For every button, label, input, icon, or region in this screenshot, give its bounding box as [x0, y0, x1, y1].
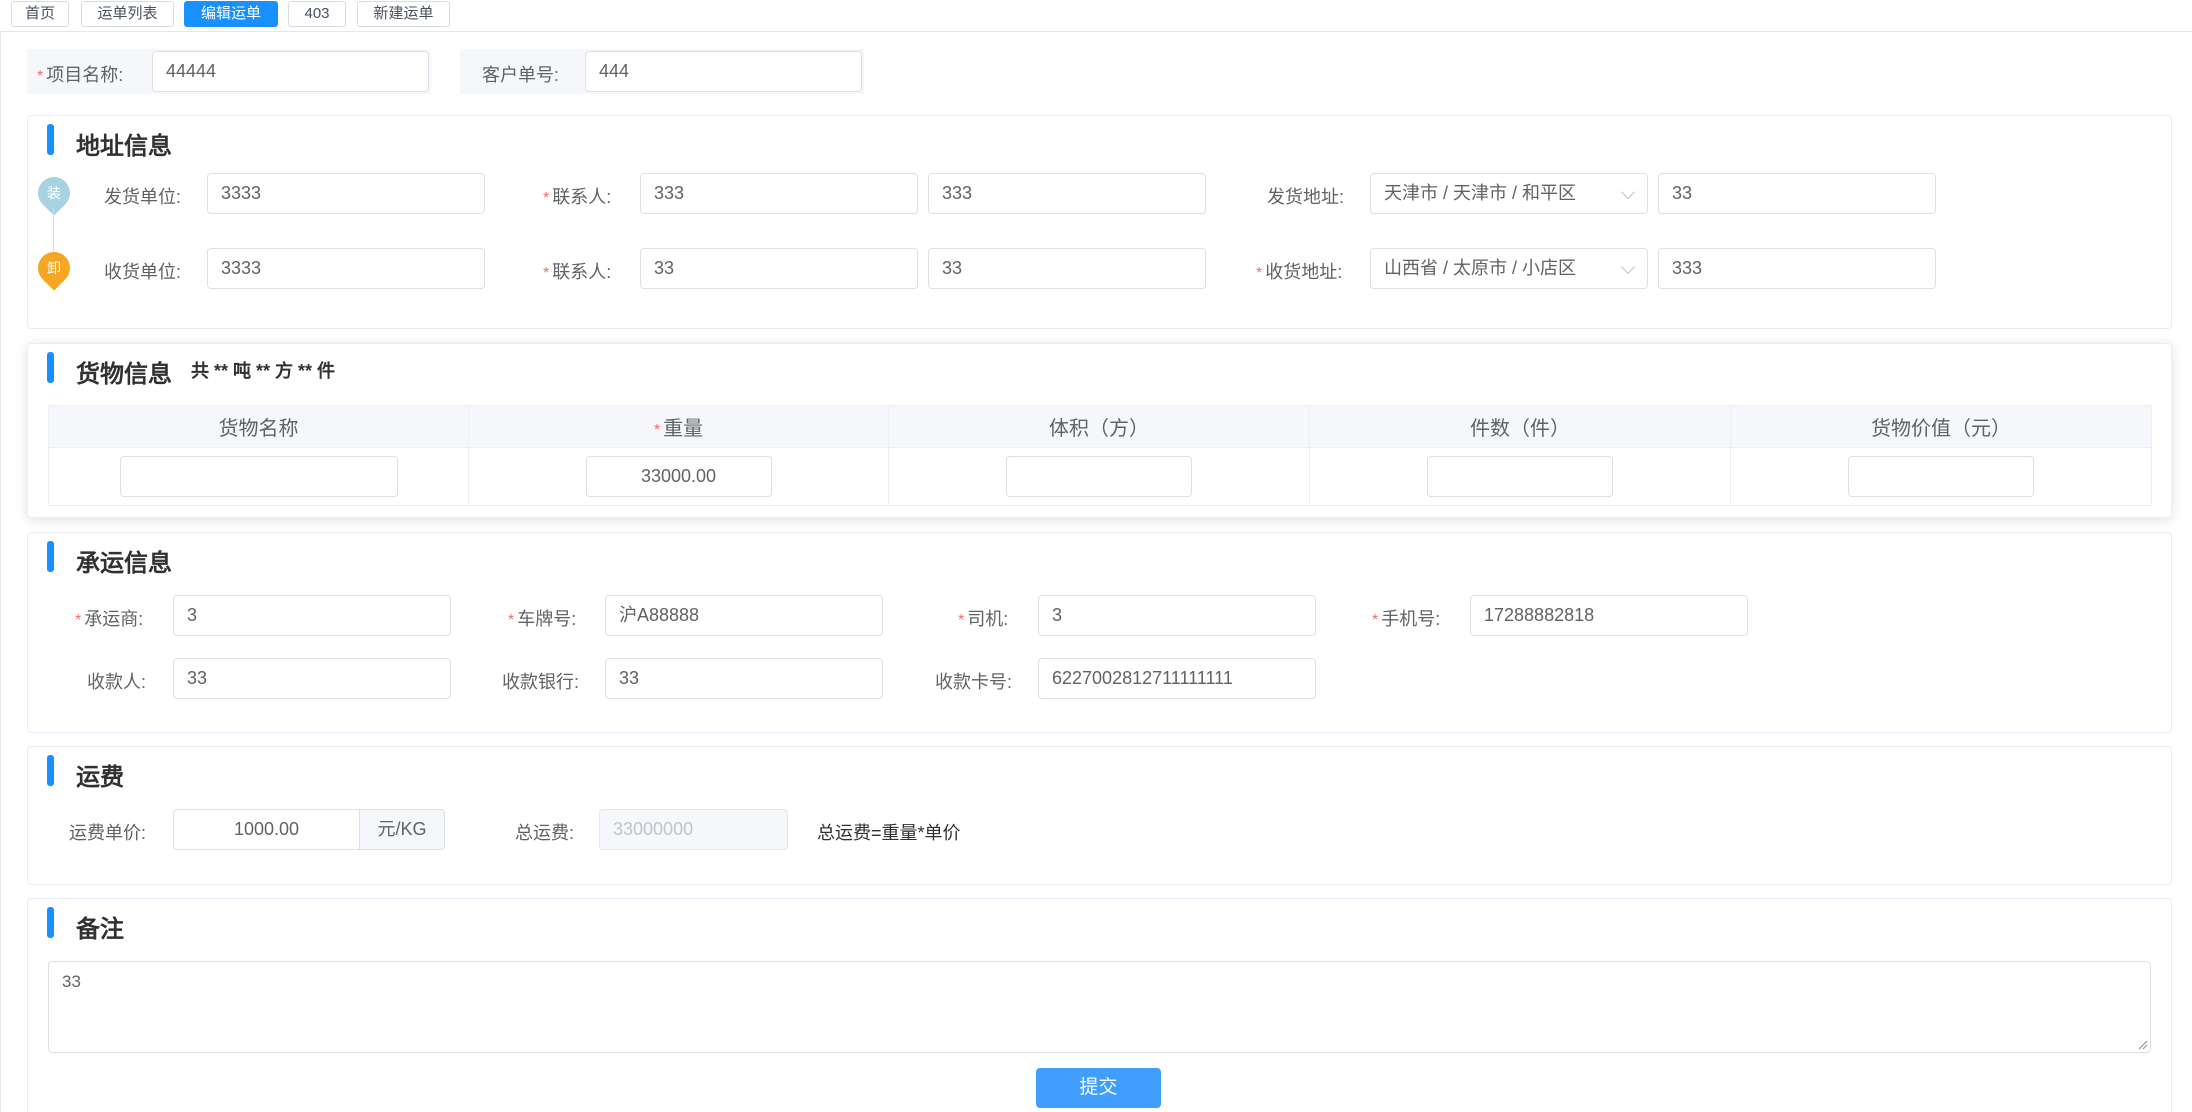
payee-input[interactable]: 33	[173, 658, 451, 699]
volume-input[interactable]	[1006, 456, 1192, 497]
goods-summary: 共 ** 吨 ** 方 ** 件	[191, 361, 336, 381]
delivery-region-select[interactable]: 山西省 / 太原市 / 小店区	[1370, 248, 1648, 289]
card-no-label: 收款卡号:	[935, 672, 1013, 692]
col-volume: 体积（方）	[888, 405, 1310, 448]
unit-price-input[interactable]: 1000.00	[173, 809, 360, 850]
mobile-label: * 手机号:	[1372, 609, 1441, 629]
total-freight-label: 总运费:	[515, 823, 575, 843]
goods-title: 货物信息	[76, 361, 172, 388]
col-goods-name: 货物名称	[48, 405, 469, 448]
tag-403[interactable]: 403	[288, 1, 346, 27]
submit-button[interactable]: 提交	[1036, 1068, 1161, 1108]
pickup-detail-input[interactable]: 33	[1658, 173, 1936, 214]
customer-no-input[interactable]: 444	[585, 51, 862, 92]
address-card	[27, 115, 2172, 329]
delivery-address-label: * 收货地址:	[1256, 262, 1343, 282]
pickup-phone-input[interactable]: 333	[928, 173, 1206, 214]
address-title: 地址信息	[76, 133, 172, 160]
section-bar	[47, 541, 54, 572]
table-row: 33000.00	[48, 447, 2152, 506]
pickup-region-select[interactable]: 天津市 / 天津市 / 和平区	[1370, 173, 1648, 214]
plate-input[interactable]: 沪A88888	[605, 595, 883, 636]
card-no-input[interactable]: 6227002812711111111	[1038, 658, 1316, 699]
delivery-unit-label: 收货单位:	[104, 262, 182, 282]
freight-formula: 总运费=重量*单价	[817, 823, 961, 843]
project-name-input[interactable]: 44444	[152, 51, 429, 92]
chevron-down-icon	[1620, 184, 1636, 200]
table-header-row: 货物名称 * 重量 体积（方） 件数（件） 货物价值（元）	[48, 405, 2152, 448]
resize-handle-icon[interactable]	[2136, 1038, 2148, 1050]
delivery-phone-input[interactable]: 33	[928, 248, 1206, 289]
pickup-contact-label: * 联系人:	[543, 187, 612, 207]
pickup-unit-label: 发货单位:	[104, 187, 182, 207]
bank-label: 收款银行:	[502, 672, 580, 692]
section-bar	[47, 755, 54, 786]
project-label: * 项目名称:	[37, 65, 124, 85]
delivery-marker-icon: 卸	[31, 245, 77, 291]
delivery-contact-input[interactable]: 33	[640, 248, 918, 289]
unit-suffix: 元/KG	[360, 809, 445, 850]
col-value: 货物价值（元）	[1730, 405, 2152, 448]
tag-home[interactable]: 首页	[11, 1, 69, 27]
divider	[0, 32, 1, 1112]
freight-title: 运费	[76, 764, 124, 791]
pickup-marker-icon: 装	[31, 170, 77, 216]
pickup-region-value: 天津市 / 天津市 / 和平区	[1384, 183, 1577, 203]
delivery-region-value: 山西省 / 太原市 / 小店区	[1384, 258, 1577, 278]
total-freight-input: 33000000	[599, 809, 788, 850]
col-weight: * 重量	[468, 405, 889, 448]
delivery-unit-input[interactable]: 3333	[207, 248, 485, 289]
mobile-input[interactable]: 17288882818	[1470, 595, 1748, 636]
tag-edit-waybill[interactable]: 编辑运单	[184, 1, 278, 27]
section-bar	[47, 907, 54, 938]
pickup-unit-input[interactable]: 3333	[207, 173, 485, 214]
goods-table: 货物名称 * 重量 体积（方） 件数（件） 货物价值（元） 33000.00	[48, 405, 2152, 506]
driver-input[interactable]: 3	[1038, 595, 1316, 636]
carrier-input[interactable]: 3	[173, 595, 451, 636]
payee-label: 收款人:	[87, 672, 147, 692]
tags-view: 首页 运单列表 编辑运单 403 新建运单	[0, 0, 2192, 32]
driver-label: * 司机:	[958, 609, 1009, 629]
tag-waybill-list[interactable]: 运单列表	[81, 1, 174, 27]
carrier-label: * 承运商:	[75, 609, 144, 629]
delivery-detail-input[interactable]: 333	[1658, 248, 1936, 289]
goods-name-input[interactable]	[119, 456, 398, 497]
pickup-contact-input[interactable]: 333	[640, 173, 918, 214]
col-pieces: 件数（件）	[1309, 405, 1731, 448]
chevron-down-icon	[1620, 259, 1636, 275]
section-bar	[47, 352, 54, 383]
tag-new-waybill[interactable]: 新建运单	[357, 1, 450, 27]
weight-input[interactable]: 33000.00	[585, 456, 772, 497]
carrier-title: 承运信息	[76, 550, 172, 577]
customer-no-label: 客户单号:	[482, 65, 560, 85]
pieces-input[interactable]	[1427, 456, 1613, 497]
pickup-address-label: 发货地址:	[1267, 187, 1345, 207]
route-line	[53, 207, 54, 252]
remark-title: 备注	[76, 916, 124, 943]
bank-input[interactable]: 33	[605, 658, 883, 699]
remark-value: 33	[62, 972, 81, 991]
unit-price-label: 运费单价:	[69, 823, 147, 843]
remark-textarea[interactable]: 33	[48, 961, 2151, 1053]
value-input[interactable]	[1848, 456, 2034, 497]
plate-label: * 车牌号:	[508, 609, 577, 629]
section-bar	[47, 124, 54, 155]
delivery-contact-label: * 联系人:	[543, 262, 612, 282]
